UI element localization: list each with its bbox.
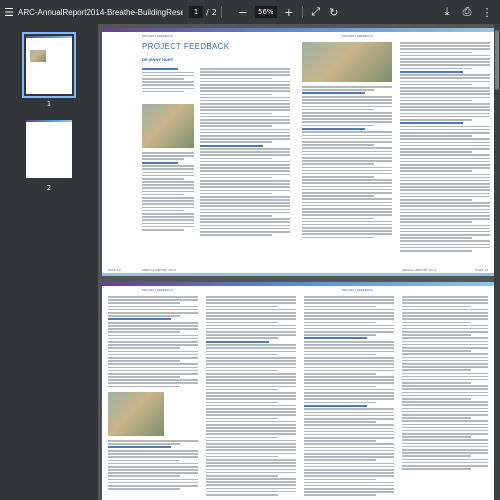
text-column-4 <box>402 296 488 471</box>
thumb-header-stripe <box>26 36 72 38</box>
article-photo <box>142 104 194 148</box>
more-options-icon[interactable]: ⋮ <box>478 3 496 21</box>
zoom-level-input[interactable]: 56% <box>254 6 277 18</box>
zoom-controls: − 56% + <box>234 3 298 21</box>
thumbnail-sidebar: 1 2 <box>0 24 98 500</box>
feedback-photo <box>302 42 392 82</box>
header-stripe <box>102 282 494 286</box>
footer-page-right: PAGE 13 <box>475 268 488 272</box>
page-thumbnail-1[interactable] <box>22 32 76 98</box>
print-icon[interactable]: ⎙ <box>458 3 476 21</box>
text-column-2 <box>206 296 296 497</box>
footer-report-right: ANNUAL REPORT 2014 <box>402 268 436 272</box>
total-pages: 2 <box>211 7 217 17</box>
header-stripe <box>102 28 494 32</box>
thumbnail-page-number: 2 <box>46 184 52 192</box>
text-column-1b <box>108 440 198 491</box>
page-header-right: PROJECT FEEDBACK <box>342 34 373 38</box>
right-tools: ⤓ ⎙ ⋮ <box>438 3 496 21</box>
thumb-photo <box>30 50 46 62</box>
text-column-3 <box>304 296 394 498</box>
page-header-right: PROJECT FEEDBACK <box>342 288 373 292</box>
text-column-2 <box>200 68 290 237</box>
page-thumbnail-2[interactable] <box>26 120 72 178</box>
vertical-scrollbar[interactable] <box>494 24 500 500</box>
page-header-left: PROJECT FEEDBACK <box>142 34 173 38</box>
zoom-out-button[interactable]: − <box>234 3 252 21</box>
document-viewer[interactable]: PROJECT FEEDBACK PROJECT FEEDBACK PROJEC… <box>98 24 500 500</box>
page2-photo <box>108 392 164 436</box>
page-header-left: PROJECT FEEDBACK <box>142 288 173 292</box>
thumb-header-stripe <box>26 120 72 122</box>
rotate-icon[interactable]: ↻ <box>325 3 343 21</box>
text-column-1 <box>108 296 198 389</box>
document-title: ARC-AnnualReport2014-Breathe-BuildingRes… <box>18 7 183 17</box>
scrollbar-thumb[interactable] <box>495 30 499 90</box>
page-navigation: 1 / 2 <box>189 6 217 18</box>
pdf-page-2: PROJECT FEEDBACK PROJECT FEEDBACK <box>102 282 494 500</box>
pdf-page-1: PROJECT FEEDBACK PROJECT FEEDBACK PROJEC… <box>102 28 494 276</box>
page-number-input[interactable]: 1 <box>189 6 203 18</box>
toolbar-divider <box>220 6 222 18</box>
fit-page-icon[interactable]: ⤢ <box>307 3 325 21</box>
page-separator: / <box>206 7 209 17</box>
text-column-3 <box>302 86 392 240</box>
page-title: PROJECT FEEDBACK <box>142 42 230 51</box>
author-name: DR JENNY HUNT <box>142 58 174 62</box>
footer-report-left: ANNUAL REPORT 2014 <box>142 268 176 272</box>
footer-page-left: PAGE 12 <box>108 268 121 272</box>
thumbnail-page-number: 1 <box>46 100 52 108</box>
pdf-toolbar: ☰ ARC-AnnualReport2014-Breathe-BuildingR… <box>0 0 500 24</box>
menu-icon[interactable]: ☰ <box>0 3 18 21</box>
page-footer-bar <box>102 273 494 276</box>
zoom-in-button[interactable]: + <box>280 3 298 21</box>
text-column-4 <box>400 42 490 253</box>
caption-text <box>142 152 194 232</box>
intro-text-column <box>142 68 194 94</box>
toolbar-divider <box>301 6 303 18</box>
download-icon[interactable]: ⤓ <box>438 3 456 21</box>
